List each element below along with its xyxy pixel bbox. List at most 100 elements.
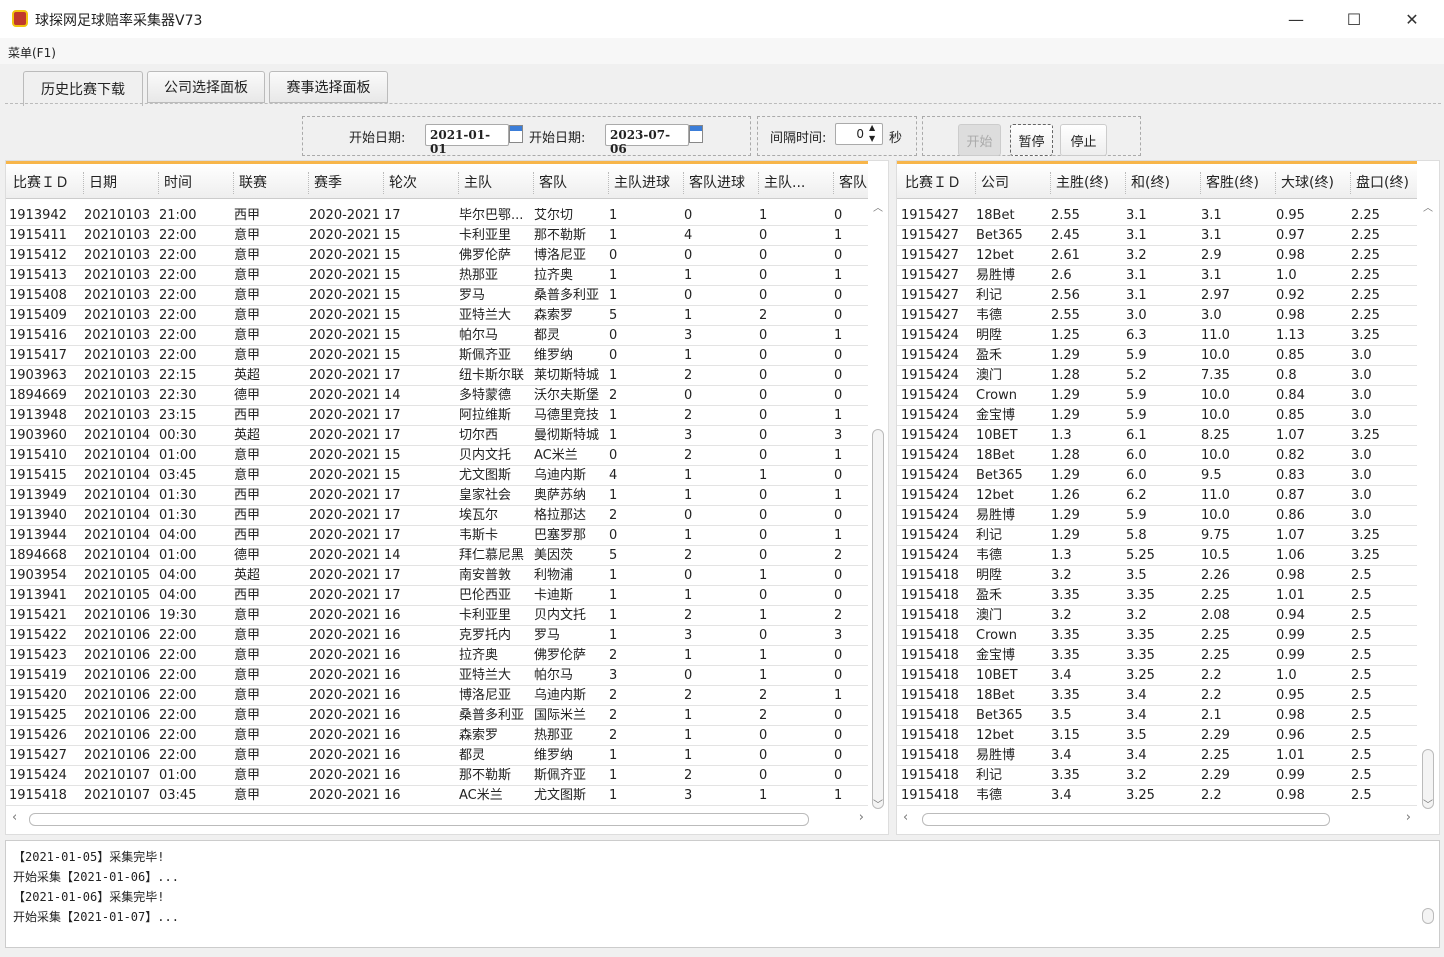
end-date-input[interactable]: 2023-07-06 — [605, 124, 689, 156]
scroll-thumb[interactable] — [922, 813, 1330, 826]
table-row[interactable]: 1903960 20210104 00:30 英超 2020-2021 17 切尔西 曼彻斯特… — [6, 426, 868, 446]
table-row[interactable]: 1915424 10BET 1.3 6.1 8.25 1.07 3.25 — [897, 426, 1417, 446]
vertical-scrollbar[interactable]: ︿ ﹀ — [869, 199, 887, 811]
column-header[interactable]: 主队进球 — [608, 172, 683, 194]
horizontal-scrollbar[interactable]: ‹ › — [6, 809, 888, 829]
table-row[interactable]: 1915418 澳门 3.2 3.2 2.08 0.94 2.5 — [897, 606, 1417, 626]
start-button[interactable]: 开始 — [958, 124, 1001, 156]
column-header[interactable]: 日期 — [83, 172, 158, 194]
table-row[interactable]: 1915427 易胜博 2.6 3.1 3.1 1.0 2.25 — [897, 266, 1417, 286]
table-row[interactable]: 1915424 12bet 1.26 6.2 11.0 0.87 3.0 — [897, 486, 1417, 506]
table-row[interactable]: 1915410 20210104 01:00 意甲 2020-2021 15 贝内文托 AC米… — [6, 446, 868, 466]
table-row[interactable]: 1915424 Crown 1.29 5.9 10.0 0.84 3.0 — [897, 386, 1417, 406]
scroll-thumb[interactable] — [872, 429, 884, 809]
table-row[interactable]: 1915422 20210106 22:00 意甲 2020-2021 16 克罗托内 罗马 1… — [6, 626, 868, 646]
column-header[interactable]: 客队 — [533, 172, 608, 194]
tab-history-download[interactable]: 历史比赛下载 — [23, 71, 143, 106]
column-header[interactable]: 比赛ＩＤ — [8, 172, 83, 194]
column-header[interactable]: 轮次 — [383, 172, 458, 194]
table-row[interactable]: 1915418 明陞 3.2 3.5 2.26 0.98 2.5 — [897, 566, 1417, 586]
table-row[interactable]: 1915427 12bet 2.61 3.2 2.9 0.98 2.25 — [897, 246, 1417, 266]
column-header[interactable]: 盘口(终) — [1350, 172, 1425, 194]
column-header[interactable]: 和(终) — [1125, 172, 1200, 194]
table-row[interactable]: 1915420 20210106 22:00 意甲 2020-2021 16 博洛尼亚 乌迪内… — [6, 686, 868, 706]
log-scrollbar[interactable] — [1419, 845, 1437, 943]
table-row[interactable]: 1915419 20210106 22:00 意甲 2020-2021 16 亚特兰大 帕尔马… — [6, 666, 868, 686]
table-row[interactable]: 1915417 20210103 22:00 意甲 2020-2021 15 斯佩齐亚 维罗纳… — [6, 346, 868, 366]
column-header[interactable]: 客队进球 — [683, 172, 758, 194]
table-row[interactable]: 1915427 Bet365 2.45 3.1 3.1 0.97 2.25 — [897, 226, 1417, 246]
table-row[interactable]: 1913944 20210104 04:00 西甲 2020-2021 17 韦斯卡 巴塞罗那… — [6, 526, 868, 546]
column-header[interactable]: 赛季 — [308, 172, 383, 194]
table-row[interactable]: 1915413 20210103 22:00 意甲 2020-2021 15 热那亚 拉齐奥 1… — [6, 266, 868, 286]
table-row[interactable]: 1915427 20210106 22:00 意甲 2020-2021 16 都灵 维罗纳 1 1… — [6, 746, 868, 766]
maximize-button[interactable]: ☐ — [1325, 0, 1383, 38]
table-row[interactable]: 1915415 20210104 03:45 意甲 2020-2021 15 尤文图斯 乌迪内… — [6, 466, 868, 486]
calendar-icon[interactable] — [509, 125, 523, 143]
table-row[interactable]: 1915424 18Bet 1.28 6.0 10.0 0.82 3.0 — [897, 446, 1417, 466]
column-header[interactable]: 客胜(终) — [1200, 172, 1275, 194]
column-header[interactable]: 比赛ＩＤ — [900, 172, 975, 194]
table-row[interactable]: 1915418 Crown 3.35 3.35 2.25 0.99 2.5 — [897, 626, 1417, 646]
table-row[interactable]: 1915424 盈禾 1.29 5.9 10.0 0.85 3.0 — [897, 346, 1417, 366]
column-header[interactable]: 客队 — [833, 172, 888, 194]
table-row[interactable]: 1915416 20210103 22:00 意甲 2020-2021 15 帕尔马 都灵 0 3… — [6, 326, 868, 346]
tab-company-select[interactable]: 公司选择面板 — [147, 71, 265, 103]
horizontal-scrollbar[interactable]: ‹ › — [897, 809, 1437, 829]
column-header[interactable]: 时间 — [158, 172, 233, 194]
table-row[interactable]: 1915424 韦德 1.3 5.25 10.5 1.06 3.25 — [897, 546, 1417, 566]
pause-button[interactable]: 暂停 — [1010, 124, 1053, 156]
spin-arrows-icon[interactable]: ▲ ▼ — [869, 122, 875, 144]
start-date-input[interactable]: 2021-01-01 — [425, 124, 509, 156]
column-header[interactable]: 主队 — [458, 172, 533, 194]
interval-stepper[interactable]: 0 — [835, 123, 883, 145]
table-row[interactable]: 1913948 20210103 23:15 西甲 2020-2021 17 阿拉维斯 马德里… — [6, 406, 868, 426]
scroll-thumb[interactable] — [29, 813, 809, 826]
column-header[interactable]: 主胜(终) — [1050, 172, 1125, 194]
table-row[interactable]: 1915418 易胜博 3.4 3.4 2.25 1.01 2.5 — [897, 746, 1417, 766]
table-row[interactable]: 1903954 20210105 04:00 英超 2020-2021 17 南安普敦 利物浦… — [6, 566, 868, 586]
column-header[interactable]: 公司 — [975, 172, 1050, 194]
table-row[interactable]: 1915427 利记 2.56 3.1 2.97 0.92 2.25 — [897, 286, 1417, 306]
column-header[interactable]: 大球(终) — [1275, 172, 1350, 194]
table-row[interactable]: 1913941 20210105 04:00 西甲 2020-2021 17 巴伦西亚 卡迪斯… — [6, 586, 868, 606]
menu-main[interactable]: 菜单(F1) — [8, 44, 56, 61]
table-row[interactable]: 1915411 20210103 22:00 意甲 2020-2021 15 卡利亚里 那不勒… — [6, 226, 868, 246]
table-row[interactable]: 1915412 20210103 22:00 意甲 2020-2021 15 佛罗伦萨 博洛尼… — [6, 246, 868, 266]
table-row[interactable]: 1915418 利记 3.35 3.2 2.29 0.99 2.5 — [897, 766, 1417, 786]
table-row[interactable]: 1915427 18Bet 2.55 3.1 3.1 0.95 2.25 — [897, 206, 1417, 226]
table-row[interactable]: 1915424 金宝博 1.29 5.9 10.0 0.85 3.0 — [897, 406, 1417, 426]
table-row[interactable]: 1915425 20210106 22:00 意甲 2020-2021 16 桑普多利亚 国际… — [6, 706, 868, 726]
table-row[interactable]: 1915418 18Bet 3.35 3.4 2.2 0.95 2.5 — [897, 686, 1417, 706]
table-row[interactable]: 1915423 20210106 22:00 意甲 2020-2021 16 拉齐奥 佛罗伦萨… — [6, 646, 868, 666]
vertical-scrollbar[interactable]: ︿ ﹀ — [1419, 199, 1437, 811]
table-row[interactable]: 1915426 20210106 22:00 意甲 2020-2021 16 森索罗 热那亚 2… — [6, 726, 868, 746]
table-row[interactable]: 1915424 Bet365 1.29 6.0 9.5 0.83 3.0 — [897, 466, 1417, 486]
table-row[interactable]: 1903963 20210103 22:15 英超 2020-2021 17 纽卡斯尔联 莱切… — [6, 366, 868, 386]
tab-match-select[interactable]: 赛事选择面板 — [269, 71, 388, 103]
table-row[interactable]: 1915424 澳门 1.28 5.2 7.35 0.8 3.0 — [897, 366, 1417, 386]
calendar-icon[interactable] — [689, 125, 703, 143]
table-row[interactable]: 1915427 韦德 2.55 3.0 3.0 0.98 2.25 — [897, 306, 1417, 326]
table-row[interactable]: 1915418 10BET 3.4 3.25 2.2 1.0 2.5 — [897, 666, 1417, 686]
table-row[interactable]: 1915408 20210103 22:00 意甲 2020-2021 15 罗马 桑普多利亚… — [6, 286, 868, 306]
table-row[interactable]: 1915418 20210107 03:45 意甲 2020-2021 16 AC米兰 尤文图… — [6, 786, 868, 806]
table-row[interactable]: 1915424 明陞 1.25 6.3 11.0 1.13 3.25 — [897, 326, 1417, 346]
table-row[interactable]: 1894669 20210103 22:30 德甲 2020-2021 14 多特蒙德 沃尔夫… — [6, 386, 868, 406]
table-row[interactable]: 1915424 易胜博 1.29 5.9 10.0 0.86 3.0 — [897, 506, 1417, 526]
table-row[interactable]: 1915421 20210106 19:30 意甲 2020-2021 16 卡利亚里 贝内文… — [6, 606, 868, 626]
column-header[interactable]: 主队... — [758, 172, 833, 194]
stop-button[interactable]: 停止 — [1060, 124, 1107, 156]
table-row[interactable]: 1915418 Bet365 3.5 3.4 2.1 0.98 2.5 — [897, 706, 1417, 726]
table-row[interactable]: 1915418 12bet 3.15 3.5 2.29 0.96 2.5 — [897, 726, 1417, 746]
table-row[interactable]: 1894668 20210104 01:00 德甲 2020-2021 14 拜仁慕尼黑 美因… — [6, 546, 868, 566]
table-row[interactable]: 1915418 韦德 3.4 3.25 2.2 0.98 2.5 — [897, 786, 1417, 806]
minimize-button[interactable]: — — [1267, 0, 1325, 38]
table-row[interactable]: 1915418 盈禾 3.35 3.35 2.25 1.01 2.5 — [897, 586, 1417, 606]
table-row[interactable]: 1915409 20210103 22:00 意甲 2020-2021 15 亚特兰大 森索罗… — [6, 306, 868, 326]
table-row[interactable]: 1915418 金宝博 3.35 3.35 2.25 0.99 2.5 — [897, 646, 1417, 666]
table-row[interactable]: 1913942 20210103 21:00 西甲 2020-2021 17 毕尔巴鄂...… — [6, 206, 868, 226]
column-header[interactable]: 联赛 — [233, 172, 308, 194]
table-row[interactable]: 1915424 20210107 01:00 意甲 2020-2021 16 那不勒斯 斯佩齐… — [6, 766, 868, 786]
close-button[interactable]: ✕ — [1383, 0, 1441, 38]
